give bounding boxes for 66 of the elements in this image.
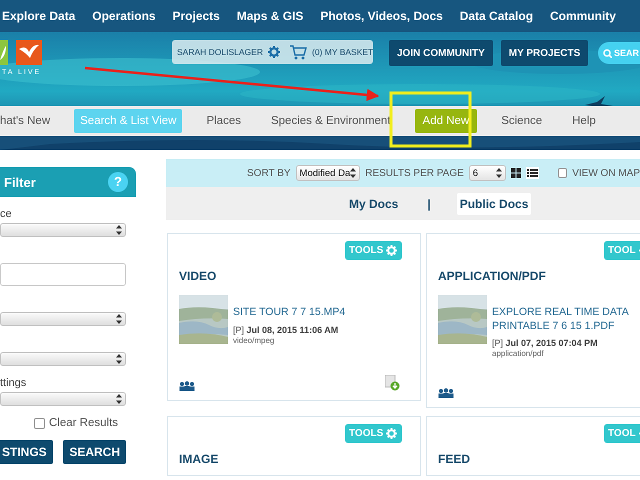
doc-type: IMAGE	[179, 452, 220, 466]
basket-link[interactable]: (0) MY BASKET	[312, 47, 374, 57]
mime-type: video/mpeg	[233, 336, 276, 345]
doc-type: APPLICATION/PDF	[438, 269, 547, 283]
sort-select[interactable]: Modified Da	[296, 165, 360, 181]
search-button[interactable]: SEARCH	[63, 440, 126, 464]
checkbox[interactable]	[34, 418, 45, 428]
docs-tab[interactable]: My Docs	[346, 192, 402, 214]
settings-icon	[386, 428, 398, 440]
filter-title: Filter	[4, 174, 36, 190]
updown-arrows-icon	[116, 354, 122, 364]
nav-link[interactable]: Community	[550, 9, 616, 23]
settings-icon	[268, 46, 280, 58]
nav-tab[interactable]: Species & Environment	[264, 115, 397, 127]
field-label: ce	[0, 208, 12, 220]
sort-label: SORT BY	[247, 168, 291, 178]
doc-type: VIDEO	[179, 269, 218, 283]
per-page-label: RESULTS PER PAGE	[365, 168, 464, 178]
nav-link[interactable]: Photos, Videos, Docs	[320, 9, 443, 23]
header-button[interactable]: MY PROJECTS	[500, 40, 588, 66]
nav-link[interactable]: Explore Data	[2, 9, 76, 23]
header-button[interactable]: JOIN COMMUNITY	[389, 40, 493, 66]
download-icon	[385, 374, 400, 391]
per-page-select[interactable]: 6	[468, 165, 506, 181]
group-icon	[179, 380, 195, 391]
nav-tab[interactable]: Science	[495, 115, 548, 127]
updown-arrows-icon	[116, 394, 122, 404]
search-icon	[602, 48, 612, 58]
select-field[interactable]	[0, 352, 126, 366]
select-field[interactable]	[0, 312, 126, 326]
doc-title[interactable]: SITE TOUR 7 7 15.MP4	[233, 306, 408, 320]
updown-arrows-icon	[496, 168, 502, 178]
nav-link[interactable]: Data Catalog	[460, 9, 534, 23]
select-field[interactable]	[0, 223, 126, 237]
mime-type: application/pdf	[492, 349, 545, 358]
grid-view-icon	[510, 168, 521, 178]
settings-icon	[386, 245, 398, 256]
updown-arrows-icon	[116, 314, 122, 324]
nav-tab[interactable]: Places	[200, 115, 247, 127]
select-field[interactable]	[0, 392, 126, 406]
doc-type: FEED	[438, 452, 472, 466]
user-name[interactable]: SARAH DOLISLAGER	[177, 47, 263, 57]
updown-arrows-icon	[350, 168, 356, 178]
docs-tab[interactable]: Public Docs	[456, 192, 532, 214]
doc-date: [P] Jul 08, 2015 11:06 AM	[233, 324, 340, 335]
checkbox[interactable]	[558, 168, 568, 178]
checkbox-label: VIEW ON MAP	[572, 168, 640, 178]
nav-tab[interactable]: Help	[566, 115, 602, 127]
doc-date: [P] Jul 07, 2015 07:04 PM	[492, 338, 599, 348]
logo-icon	[0, 40, 42, 65]
select-value: Modified Da	[300, 168, 350, 178]
tab-separator: |	[427, 196, 431, 210]
nav-link[interactable]: Maps & GIS	[236, 9, 304, 23]
nav-link[interactable]: Projects	[172, 9, 220, 23]
list-view-icon	[526, 167, 539, 179]
doc-title[interactable]: EXPLORE REAL TIME DATA PRINTABLE 7 6 15 1.PDF	[492, 306, 640, 334]
field-label: ttings	[0, 377, 26, 389]
select-value: 6	[472, 168, 478, 178]
settings-button[interactable]: STINGS	[0, 440, 53, 464]
group-icon	[438, 388, 454, 398]
updown-arrows-icon	[116, 225, 122, 235]
cart-icon	[290, 44, 307, 60]
checkbox-label: Clear Results	[49, 417, 118, 429]
input-field[interactable]	[0, 263, 126, 286]
nav-tab[interactable]: hat's New	[0, 115, 56, 127]
nav-link[interactable]: Operations	[92, 9, 156, 23]
